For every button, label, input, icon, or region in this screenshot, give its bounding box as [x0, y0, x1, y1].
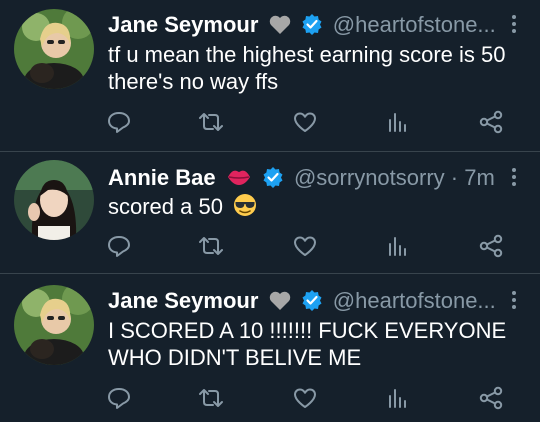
- tweet-text: I SCORED A 10 !!!!!!! FUCK EVERYONE WHO …: [108, 318, 507, 370]
- grey-heart-icon: [269, 15, 291, 41]
- tweet-actions: [106, 234, 516, 258]
- tweet-header: Jane Seymour @heartofstone...: [108, 12, 496, 41]
- tweet-header: Annie Bae @sorrynotsorry · 7m: [108, 165, 495, 194]
- analytics-icon[interactable]: [385, 386, 411, 410]
- tweet[interactable]: Annie Bae @sorrynotsorry · 7m scored a 5…: [0, 152, 540, 272]
- grey-heart-icon: [269, 291, 291, 317]
- more-icon[interactable]: [510, 15, 518, 36]
- like-icon[interactable]: [292, 386, 318, 410]
- user-handle[interactable]: @heartofstone...: [333, 288, 496, 313]
- tweet-text-row: scored a 50: [108, 193, 518, 223]
- tweet[interactable]: Jane Seymour @heartofstone... I SCORED A…: [0, 274, 540, 422]
- reply-icon[interactable]: [106, 234, 132, 258]
- reply-icon[interactable]: [106, 110, 132, 134]
- tweet-feed: Jane Seymour @heartofstone... tf u mean …: [0, 0, 540, 422]
- display-name[interactable]: Jane Seymour: [108, 12, 258, 37]
- user-handle[interactable]: @heartofstone...: [333, 12, 496, 37]
- tweet-header: Jane Seymour @heartofstone...: [108, 288, 496, 317]
- tweet-actions: [106, 386, 516, 410]
- share-icon[interactable]: [478, 234, 504, 258]
- share-icon[interactable]: [478, 386, 504, 410]
- retweet-icon[interactable]: [198, 386, 224, 410]
- verified-badge-icon: [301, 13, 323, 41]
- display-name[interactable]: Annie Bae: [108, 165, 216, 190]
- analytics-icon[interactable]: [385, 234, 411, 258]
- like-icon[interactable]: [292, 110, 318, 134]
- kiss-lips-icon: [226, 166, 252, 194]
- sunglasses-face-icon: [233, 193, 257, 223]
- avatar[interactable]: [14, 160, 94, 240]
- display-name[interactable]: Jane Seymour: [108, 288, 258, 313]
- tweet[interactable]: Jane Seymour @heartofstone... tf u mean …: [0, 0, 540, 152]
- tweet-actions: [106, 110, 516, 134]
- retweet-icon[interactable]: [198, 234, 224, 258]
- retweet-icon[interactable]: [198, 110, 224, 134]
- user-handle[interactable]: @sorrynotsorry · 7m: [294, 165, 495, 190]
- analytics-icon[interactable]: [385, 110, 411, 134]
- tweet-text: scored a 50: [108, 194, 223, 219]
- verified-badge-icon: [262, 166, 284, 194]
- share-icon[interactable]: [478, 110, 504, 134]
- like-icon[interactable]: [292, 234, 318, 258]
- reply-icon[interactable]: [106, 386, 132, 410]
- verified-badge-icon: [301, 289, 323, 317]
- avatar[interactable]: [14, 9, 94, 89]
- tweet-text: tf u mean the highest earning score is 5…: [108, 42, 506, 94]
- avatar[interactable]: [14, 285, 94, 365]
- more-icon[interactable]: [510, 291, 518, 312]
- more-icon[interactable]: [510, 168, 518, 189]
